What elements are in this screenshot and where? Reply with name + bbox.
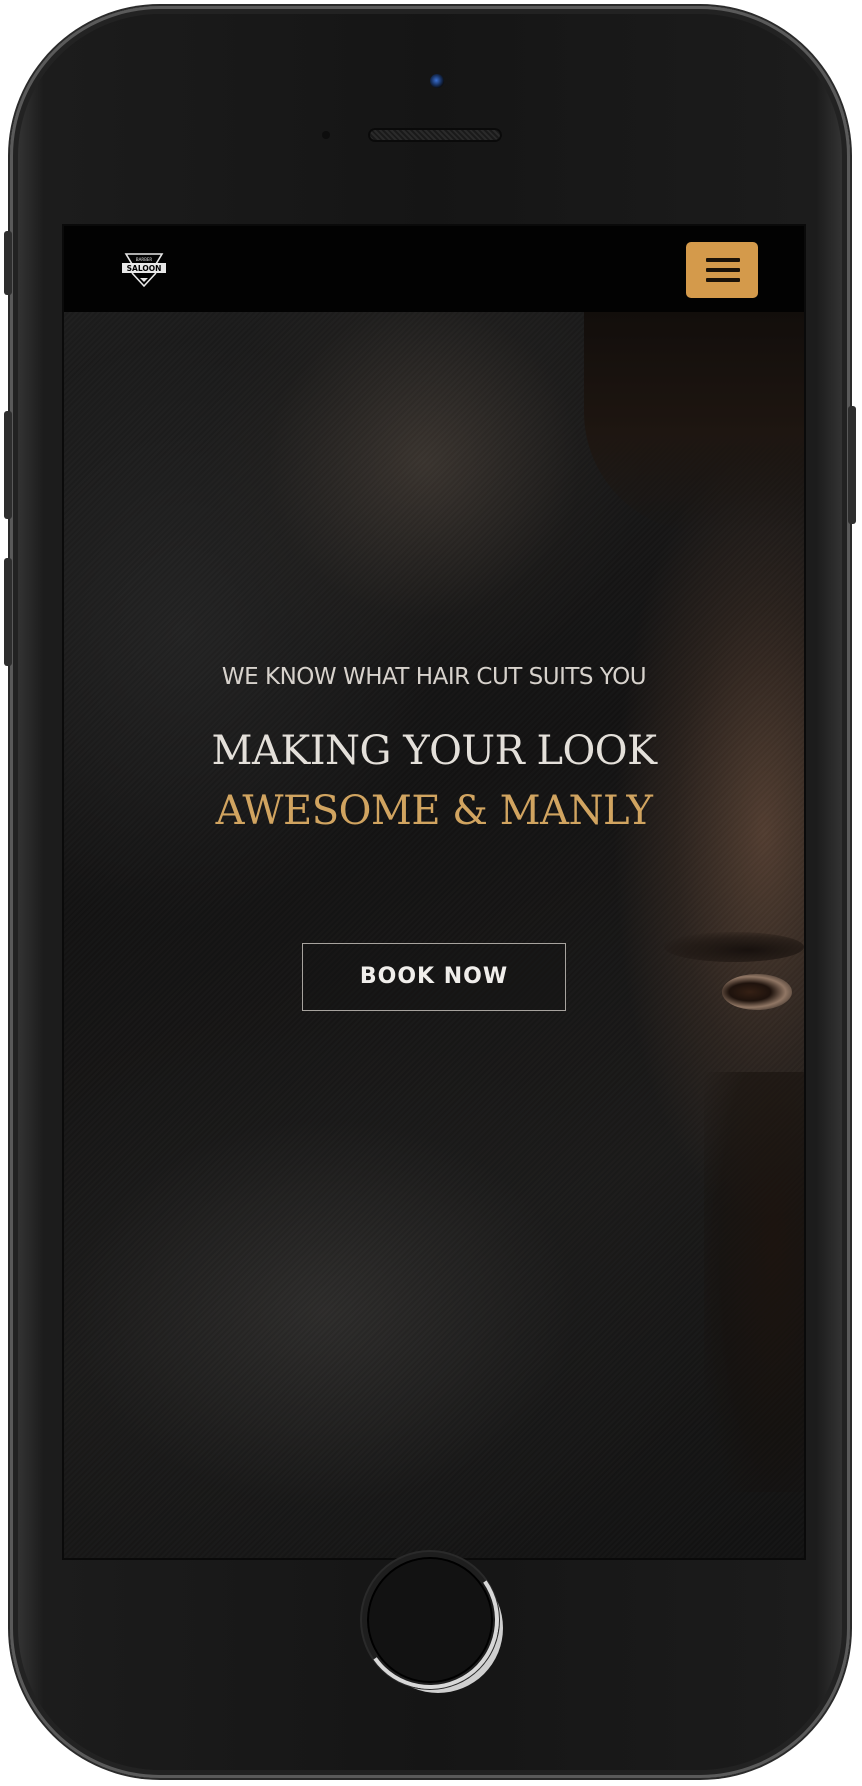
mute-switch <box>4 231 12 295</box>
hero-headline-line2: AWESOME & MANLY <box>215 788 653 834</box>
hero-headline-line1: MAKING YOUR LOOK <box>211 728 657 774</box>
hamburger-menu-icon <box>706 258 740 262</box>
volume-up-button <box>4 411 12 519</box>
logo-subtext: BARBER <box>136 257 153 262</box>
phone-screen: SALOON BARBER WE KNOW WHAT HAIR CUT SUIT… <box>62 224 806 1560</box>
volume-down-button <box>4 558 12 666</box>
hero-dark-overlay <box>64 312 804 1558</box>
barber-saloon-logo[interactable]: SALOON BARBER <box>116 248 172 292</box>
menu-button[interactable] <box>686 242 758 298</box>
logo-text: SALOON <box>127 264 162 273</box>
earpiece-speaker <box>368 128 502 142</box>
navbar: SALOON BARBER <box>64 226 804 312</box>
hero-section: WE KNOW WHAT HAIR CUT SUITS YOU MAKING Y… <box>64 312 804 1558</box>
power-button <box>848 406 856 524</box>
hamburger-menu-icon-bar-2 <box>706 268 740 272</box>
book-now-button[interactable]: BOOK NOW <box>302 943 566 1011</box>
hero-subtitle: WE KNOW WHAT HAIR CUT SUITS YOU <box>221 664 647 690</box>
proximity-sensor <box>322 131 330 139</box>
home-button[interactable] <box>362 1552 498 1688</box>
phone-frame: SALOON BARBER WE KNOW WHAT HAIR CUT SUIT… <box>4 6 856 1778</box>
hamburger-menu-icon-bar-3 <box>706 278 740 282</box>
front-camera-icon <box>430 74 444 88</box>
